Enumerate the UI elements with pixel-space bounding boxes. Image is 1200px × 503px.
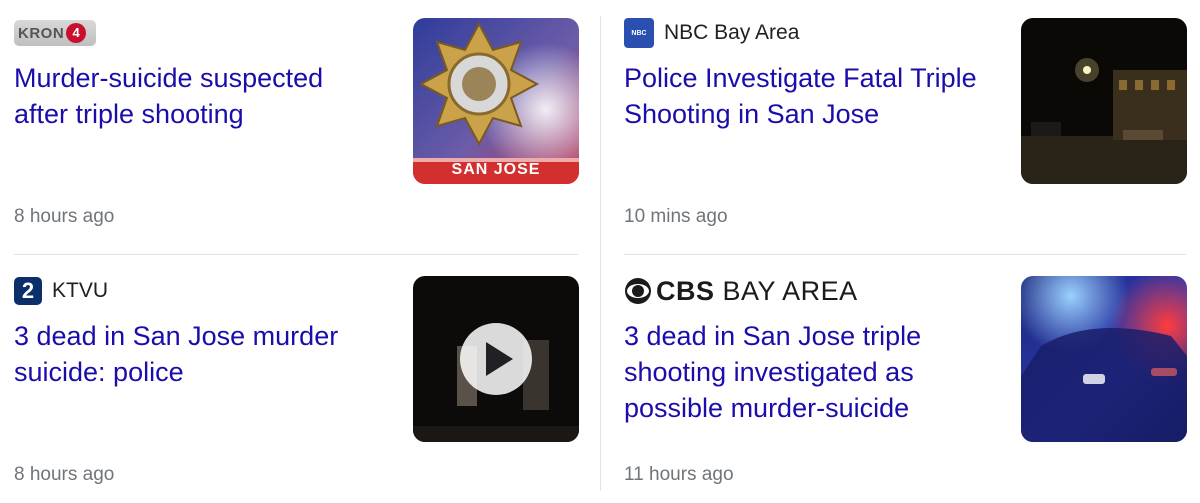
timestamp: 11 hours ago bbox=[624, 464, 734, 485]
source-name: NBC Bay Area bbox=[664, 21, 800, 44]
column-divider bbox=[600, 16, 601, 491]
source-nbc-bay-area: NBC NBC Bay Area bbox=[624, 18, 799, 48]
ktvu-logo: 2 bbox=[14, 277, 42, 305]
thumbnail-police-badge[interactable]: SAN JOSE bbox=[413, 18, 579, 184]
nbc-logo: NBC bbox=[624, 18, 654, 48]
headline-link[interactable]: 3 dead in San Jose murder suicide: polic… bbox=[14, 318, 384, 390]
cbs-logo: CBS BAY AREA bbox=[624, 276, 858, 307]
headline-link[interactable]: Police Investigate Fatal Triple Shooting… bbox=[624, 60, 994, 132]
timestamp: 10 mins ago bbox=[624, 206, 728, 227]
police-badge-icon bbox=[413, 18, 579, 184]
news-grid: KRON 4 Murder-suicide suspected after tri… bbox=[0, 0, 1200, 503]
source-ktvu: 2 KTVU bbox=[14, 276, 108, 306]
headline-link[interactable]: 3 dead in San Jose triple shooting inves… bbox=[624, 318, 994, 426]
night-street-icon bbox=[1021, 18, 1187, 184]
row-divider-right bbox=[624, 254, 1186, 255]
cbs-eye-icon bbox=[625, 278, 651, 304]
news-card-nbc-bay-area[interactable]: NBC NBC Bay Area Police Investigate Fata… bbox=[624, 18, 1200, 243]
source-name: KTVU bbox=[52, 279, 109, 302]
news-card-cbs-bay-area[interactable]: CBS BAY AREA 3 dead in San Jose triple s… bbox=[624, 276, 1200, 496]
play-icon[interactable] bbox=[413, 276, 579, 442]
police-lights-icon bbox=[1021, 276, 1187, 442]
source-cbs-bay-area: CBS BAY AREA bbox=[624, 276, 858, 306]
news-card-ktvu[interactable]: 2 KTVU 3 dead in San Jose murder suicide… bbox=[14, 276, 594, 496]
thumbnail-video[interactable] bbox=[413, 276, 579, 442]
kron4-logo: KRON 4 bbox=[14, 20, 96, 46]
timestamp: 8 hours ago bbox=[14, 206, 115, 227]
thumbnail-night-street[interactable] bbox=[1021, 18, 1187, 184]
row-divider-left bbox=[14, 254, 578, 255]
thumbnail-police-lights[interactable] bbox=[1021, 276, 1187, 442]
headline-link[interactable]: Murder-suicide suspected after triple sh… bbox=[14, 60, 384, 132]
source-kron4: KRON 4 bbox=[14, 18, 96, 48]
thumbnail-caption: SAN JOSE bbox=[451, 161, 541, 178]
timestamp: 8 hours ago bbox=[14, 464, 115, 485]
news-card-kron4[interactable]: KRON 4 Murder-suicide suspected after tri… bbox=[14, 18, 594, 243]
